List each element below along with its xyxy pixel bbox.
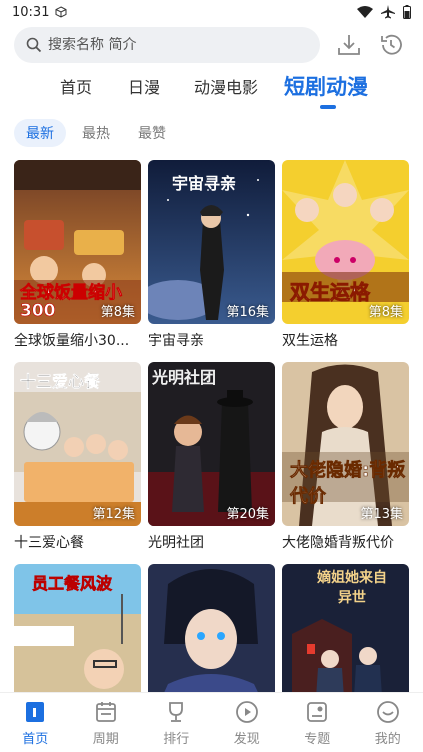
wifi-icon: [357, 6, 373, 18]
tab-short-drama-anime[interactable]: 短剧动漫: [284, 68, 368, 104]
nav-discover[interactable]: 发现: [212, 693, 283, 752]
download-icon: [338, 35, 360, 55]
episode-badge: 第20集: [226, 507, 269, 522]
anime-card[interactable]: 全球饭量缩小300 第8集 全球饭量缩小30...: [14, 160, 141, 350]
card-title[interactable]: 十三爱心餐: [14, 532, 141, 552]
nav-label: 专题: [304, 731, 331, 747]
anime-card[interactable]: 宇宙寻亲 第16集 宇宙寻亲: [148, 160, 275, 350]
sort-tab-label: 最赞: [138, 126, 166, 142]
episode-badge: 第16集: [226, 305, 269, 320]
tab-label: 动漫电影: [194, 78, 259, 97]
active-tab-indicator: [320, 105, 336, 109]
battery-icon: [403, 5, 411, 19]
home-icon: [22, 699, 48, 725]
sort-tabs: 最新 最热 最赞: [0, 117, 423, 149]
anime-card[interactable]: 光明社团 第20集 光明社团: [148, 362, 275, 552]
category-tabs: 首页 日漫 动漫电影 短剧动漫: [0, 68, 423, 108]
nav-ranking[interactable]: 排行: [141, 693, 212, 752]
poster-image[interactable]: 双生运格 第8集: [282, 160, 409, 324]
tab-label: 日漫: [128, 78, 161, 97]
card-title[interactable]: 全球饭量缩小30...: [14, 330, 141, 350]
card-title[interactable]: 双生运格: [282, 330, 409, 350]
poster-title-text: 光明社团: [152, 368, 217, 387]
episode-badge: 第13集: [360, 507, 403, 522]
cube-icon: [55, 6, 67, 18]
calendar-icon: [93, 699, 119, 725]
profile-icon: [375, 699, 401, 725]
tab-anime-movie[interactable]: 动漫电影: [194, 68, 258, 104]
sort-tab-hottest[interactable]: 最热: [70, 119, 122, 147]
sort-tab-most-liked[interactable]: 最赞: [126, 119, 178, 147]
anime-card[interactable]: 大佬隐婚:背叛代价 第13集 大佬隐婚背叛代价: [282, 362, 409, 552]
nav-profile[interactable]: 我的: [353, 693, 423, 752]
search-icon: [26, 37, 42, 53]
nav-home[interactable]: 首页: [0, 693, 71, 752]
tab-label: 首页: [60, 78, 93, 97]
trophy-icon: [163, 699, 189, 725]
sort-tab-latest[interactable]: 最新: [14, 119, 66, 147]
nav-label: 排行: [163, 731, 190, 747]
sort-tab-label: 最新: [26, 126, 54, 142]
nav-label: 首页: [22, 731, 49, 747]
poster-title-text: 宇宙寻亲: [172, 174, 237, 193]
nav-label: 周期: [92, 731, 119, 747]
poster-title-text: 双生运格: [290, 280, 371, 305]
search-row: [0, 26, 423, 64]
poster-image[interactable]: 宇宙寻亲 第16集: [148, 160, 275, 324]
sort-tab-label: 最热: [82, 126, 110, 142]
tab-label: 短剧动漫: [284, 75, 368, 99]
nav-topics[interactable]: 专题: [282, 693, 353, 752]
search-box[interactable]: [14, 27, 320, 63]
bottom-nav: 首页 周期 排行 发现 专题 我的: [0, 692, 423, 752]
anime-card[interactable]: 十三爱心餐 第12集 十三爱心餐: [14, 362, 141, 552]
poster-image[interactable]: 大佬隐婚:背叛代价 第13集: [282, 362, 409, 526]
poster-title-text: 嫡姐她来自异世: [317, 570, 387, 606]
poster-image[interactable]: 光明社团 第20集: [148, 362, 275, 526]
tab-japanese-anime[interactable]: 日漫: [128, 68, 160, 104]
history-button[interactable]: [376, 30, 406, 60]
episode-badge: 第12集: [92, 507, 135, 522]
card-title[interactable]: 光明社团: [148, 532, 275, 552]
poster-image[interactable]: 十三爱心餐 第12集: [14, 362, 141, 526]
status-bar: 10:31: [0, 0, 423, 24]
search-input[interactable]: [48, 37, 288, 53]
card-title[interactable]: 宇宙寻亲: [148, 330, 275, 350]
poster-image[interactable]: 全球饭量缩小300 第8集: [14, 160, 141, 324]
poster-title-text: 员工餐风波: [32, 574, 113, 594]
nav-schedule[interactable]: 周期: [71, 693, 142, 752]
poster-title-text: 十三爱心餐: [20, 372, 101, 391]
anime-card[interactable]: 双生运格 第8集 双生运格: [282, 160, 409, 350]
nav-label: 我的: [374, 731, 401, 747]
episode-badge: 第8集: [368, 305, 403, 320]
history-icon: [381, 34, 402, 55]
episode-badge: 第8集: [100, 305, 135, 320]
download-button[interactable]: [334, 30, 364, 60]
nav-label: 发现: [233, 731, 260, 747]
play-circle-icon: [234, 699, 260, 725]
status-time: 10:31: [12, 4, 50, 20]
airplane-icon: [381, 5, 395, 19]
tab-home[interactable]: 首页: [60, 68, 92, 104]
card-title[interactable]: 大佬隐婚背叛代价: [282, 532, 409, 552]
topic-icon: [304, 699, 330, 725]
